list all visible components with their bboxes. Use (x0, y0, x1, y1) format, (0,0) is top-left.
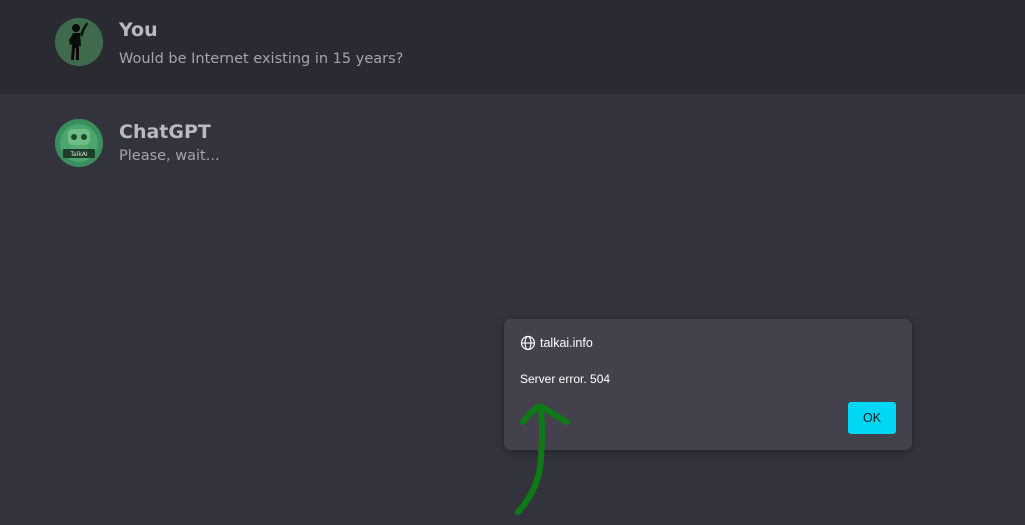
ok-button[interactable]: OK (848, 402, 896, 434)
arrow-up-icon (515, 403, 570, 515)
bot-avatar: TalkAI (55, 119, 103, 167)
talkai-robot-icon: TalkAI (55, 119, 103, 167)
chat-page: You Would be Internet existing in 15 yea… (0, 0, 1025, 525)
dialog-message: Server error. 504 (520, 372, 611, 386)
dialog-origin-text: talkai.info (540, 336, 593, 350)
avatar-label: TalkAI (69, 151, 88, 158)
bot-author-name: ChatGPT (119, 121, 211, 143)
dialog-origin: talkai.info (520, 335, 593, 351)
person-silhouette-icon (55, 18, 103, 66)
user-message-text: Would be Internet existing in 15 years? (119, 51, 404, 67)
bot-message-text: Please, wait... (119, 148, 220, 164)
globe-icon (520, 335, 536, 351)
user-message: You Would be Internet existing in 15 yea… (0, 0, 1025, 94)
bot-message: TalkAI ChatGPT Please, wait... (0, 94, 1025, 194)
user-avatar (55, 18, 103, 66)
user-author-name: You (119, 19, 158, 41)
